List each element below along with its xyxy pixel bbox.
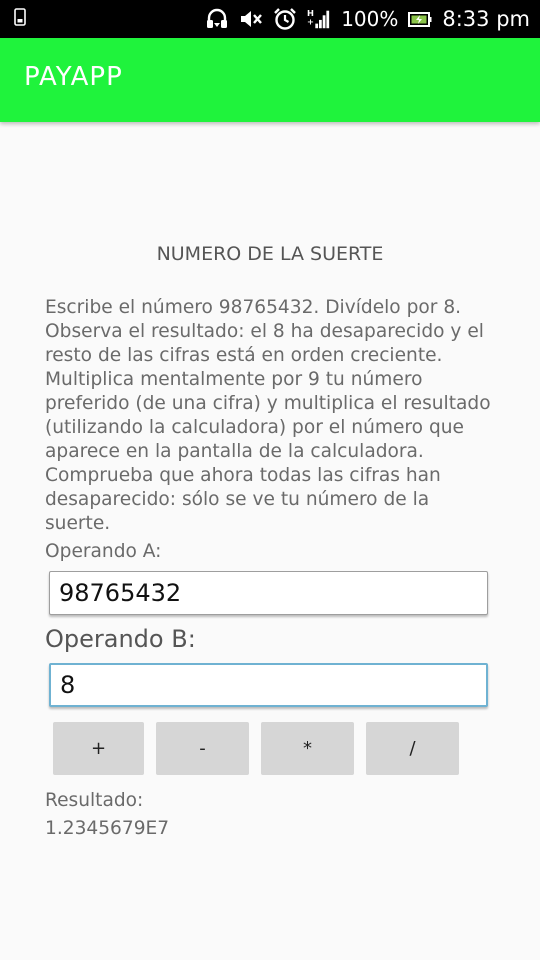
sim-icon xyxy=(14,8,26,26)
result-label: Resultado: xyxy=(45,790,144,811)
operand-b-label: Operando B: xyxy=(45,625,196,653)
svg-text:+: + xyxy=(307,17,314,27)
status-icons: H + 100% 8:33 pm xyxy=(205,0,530,38)
operand-a-label: Operando A: xyxy=(45,541,162,562)
status-bar: H + 100% 8:33 pm xyxy=(0,0,540,38)
app-title: PAYAPP xyxy=(24,62,123,92)
operand-a-input[interactable] xyxy=(49,571,488,615)
app-bar: PAYAPP xyxy=(0,38,540,122)
instructions-text: Escribe el número 98765432. Divídelo por… xyxy=(45,297,491,534)
section-title: NUMERO DE LA SUERTE xyxy=(156,243,384,265)
result-value: 1.2345679E7 xyxy=(45,818,170,839)
alarm-icon xyxy=(274,8,297,30)
battery-percentage: 100% xyxy=(341,7,399,31)
subtract-button[interactable]: - xyxy=(156,722,249,775)
headset-icon xyxy=(207,8,228,28)
multiply-button[interactable]: * xyxy=(261,722,354,775)
add-button[interactable]: + xyxy=(53,722,144,775)
divide-button[interactable]: / xyxy=(366,722,459,775)
battery-icon xyxy=(408,12,432,27)
operand-b-input[interactable] xyxy=(49,663,488,707)
clock: 8:33 pm xyxy=(442,7,530,31)
hplus-signal-icon: H + xyxy=(307,8,330,29)
mute-icon xyxy=(241,11,263,27)
